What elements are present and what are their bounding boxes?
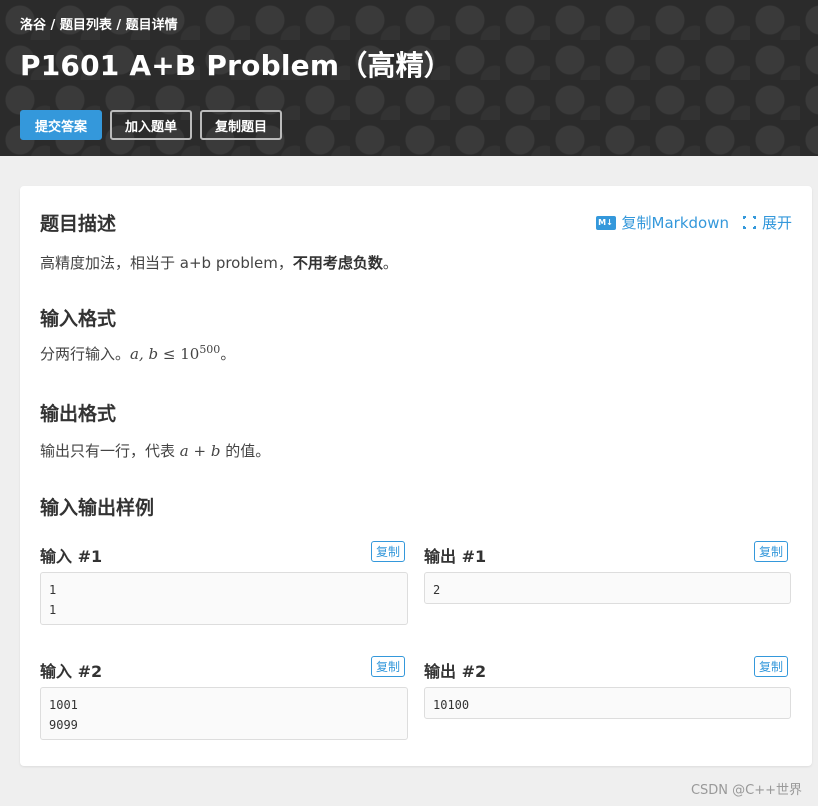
add-to-list-button[interactable]: 加入题单 [110,110,193,140]
sample-1-output-box[interactable]: 2 [424,572,791,604]
sample-1-output-label: 输出 #1 [424,547,487,566]
description-text-pre: 高精度加法，相当于 a+b problem， [40,254,293,272]
description-heading: 题目描述 [40,213,117,235]
breadcrumb-current: 题目详情 [125,18,178,33]
description-text-bold: 不用考虑负数 [292,254,383,272]
math-vars: a, b [130,345,159,363]
expand-link[interactable]: 展开 [741,212,792,233]
markdown-icon: M↓ [595,215,616,230]
breadcrumb-separator: / [111,18,126,33]
sample-line: 10100 [433,698,470,712]
samples-heading: 输入输出样例 [40,497,155,519]
math-a: a [179,442,189,460]
watermark: CSDN @C++世界 [690,783,802,798]
input-format-text: 分两行输入。a, b ≤ 10500。 [40,343,235,364]
expand-icon [741,215,757,230]
problem-header: 洛谷 / 题目列表 / 题目详情 P1601 A+B Problem（高精） 提… [0,0,818,156]
math-base: 10 [180,345,200,363]
output-format-text-post: 的值。 [220,442,271,460]
input-constraint-math: a, b ≤ 10500 [130,343,221,363]
expand-label: 展开 [761,214,792,232]
math-b: b [210,442,221,460]
submit-answer-button[interactable]: 提交答案 [20,110,103,140]
sample-line: 9099 [49,718,78,732]
output-format-text-pre: 输出只有一行，代表 [40,442,180,460]
input-format-heading: 输入格式 [40,308,117,330]
input-format-text-pre: 分两行输入。 [40,345,131,363]
input-format-text-post: 。 [220,345,236,363]
content-toolbar: M↓ 复制Markdown 展开 [595,212,792,233]
math-le: ≤ [158,345,181,363]
problem-content-card: M↓ 复制Markdown 展开 题目描述 高精度加法，相当于 a+b prob… [20,186,812,766]
breadcrumb-problem-list[interactable]: 题目列表 [60,18,112,33]
sample-line: 2 [433,583,441,597]
sample-2-output-box[interactable]: 10100 [424,687,791,719]
copy-markdown-label: 复制Markdown [621,214,729,232]
output-format-heading: 输出格式 [40,403,117,425]
sample-2-output-label: 输出 #2 [424,662,487,681]
math-exponent: 500 [199,343,221,356]
sample-line: 1 [49,583,57,597]
breadcrumb-separator: / [46,18,60,33]
output-format-text: 输出只有一行，代表 a + b 的值。 [40,440,270,461]
sample-2-input-label: 输入 #2 [40,662,103,681]
sample-2-output-copy-button[interactable]: 复制 [754,656,789,677]
description-text: 高精度加法，相当于 a+b problem，不用考虑负数。 [40,252,398,273]
sample-1-input-label: 输入 #1 [40,547,103,566]
copy-problem-button[interactable]: 复制题目 [200,110,283,140]
breadcrumb-home[interactable]: 洛谷 [20,18,46,33]
sample-line: 1001 [49,698,78,712]
sample-1-input-box[interactable]: 1 1 [40,572,408,625]
sample-2-input-box[interactable]: 1001 9099 [40,687,408,740]
output-sum-math: a + b [180,442,221,460]
sample-line: 1 [49,603,57,617]
math-plus: + [188,442,211,460]
copy-markdown-link[interactable]: M↓ 复制Markdown [595,212,729,233]
description-text-post: 。 [382,254,398,272]
breadcrumb: 洛谷 / 题目列表 / 题目详情 [20,14,178,33]
sample-1-output-copy-button[interactable]: 复制 [754,541,789,562]
action-bar: 提交答案 加入题单 复制题目 [20,110,283,140]
page-title: P1601 A+B Problem（高精） [20,49,452,82]
sample-2-input-copy-button[interactable]: 复制 [371,656,406,677]
sample-1-input-copy-button[interactable]: 复制 [371,541,406,562]
